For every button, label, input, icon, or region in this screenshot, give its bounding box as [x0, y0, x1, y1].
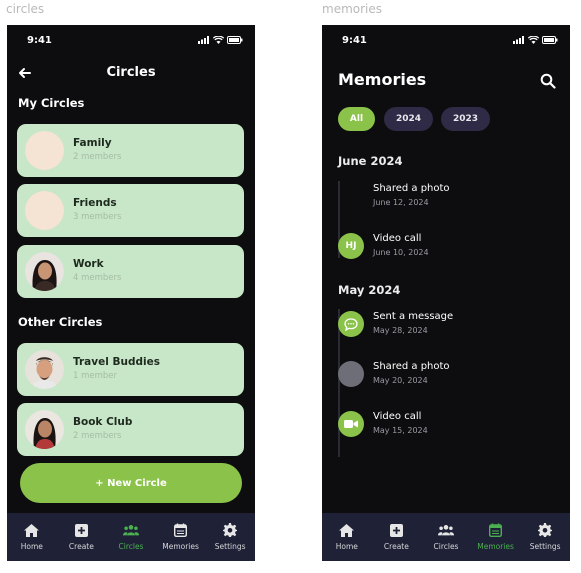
- circle-member-count: 2 members: [73, 152, 122, 162]
- memory-title: Shared a photo: [373, 183, 450, 194]
- my-circles-heading: My Circles: [18, 96, 85, 110]
- circle-name: Family: [73, 137, 112, 149]
- circle-member-count: 3 members: [73, 212, 122, 222]
- page-title: Circles: [106, 65, 156, 80]
- tab-circles[interactable]: Circles: [106, 513, 156, 561]
- tab-label: Home: [20, 542, 43, 551]
- tab-settings[interactable]: Settings: [205, 513, 255, 561]
- status-time: 9:41: [342, 35, 367, 46]
- circle-member-count: 4 members: [73, 273, 122, 283]
- calendar-icon: [174, 523, 188, 537]
- tab-home[interactable]: Home: [7, 513, 57, 561]
- page-title: Memories: [338, 70, 427, 89]
- tab-memories[interactable]: Memories: [156, 513, 206, 561]
- search-icon[interactable]: [540, 73, 556, 89]
- frame-label-memories: memories: [322, 2, 383, 16]
- memory-item[interactable]: Shared a photo May 20, 2024: [338, 359, 558, 389]
- memory-date: June 10, 2024: [373, 248, 429, 257]
- photo-woman-avatar: [25, 252, 64, 291]
- memory-item[interactable]: Sent a message May 28, 2024: [338, 309, 558, 339]
- status-time: 9:41: [27, 35, 52, 46]
- tab-create[interactable]: Create: [372, 513, 422, 561]
- circle-name: Friends: [73, 197, 117, 209]
- filter-chip-2024[interactable]: 2024: [384, 107, 433, 131]
- circle-member-count: 2 members: [73, 431, 122, 441]
- signal-icon: [513, 36, 524, 44]
- tab-circles[interactable]: Circles: [421, 513, 471, 561]
- tab-settings[interactable]: Settings: [520, 513, 570, 561]
- filter-chip-all[interactable]: All: [338, 107, 375, 131]
- memory-item[interactable]: Video call May 15, 2024: [338, 409, 558, 439]
- memory-title: Sent a message: [373, 311, 454, 322]
- circle-member-count: 1 member: [73, 371, 118, 381]
- new-circle-button[interactable]: + New Circle: [20, 463, 242, 503]
- memory-date: May 15, 2024: [373, 426, 428, 435]
- bottom-tab-bar: Home Create Circles Memories Settings: [322, 513, 570, 561]
- status-bar: 9:41: [322, 35, 570, 49]
- empty-avatar: [25, 131, 64, 170]
- initials-avatar: HJ: [338, 233, 364, 259]
- memory-item[interactable]: HJ Video call June 10, 2024: [338, 231, 558, 261]
- tab-label: Circles: [433, 542, 459, 551]
- other-circles-heading: Other Circles: [18, 315, 103, 329]
- circle-card-friends[interactable]: Friends 3 members: [17, 184, 244, 237]
- circles-screen: 9:41 Circles My Circles Family 2 members…: [7, 25, 255, 561]
- tab-label: Memories: [477, 542, 514, 551]
- plus-square-icon: [74, 523, 88, 537]
- tab-label: Memories: [162, 542, 199, 551]
- video-camera-icon: [338, 411, 364, 437]
- tab-home[interactable]: Home: [322, 513, 372, 561]
- circle-card-book-club[interactable]: Book Club 2 members: [17, 403, 244, 456]
- calendar-icon: [489, 523, 503, 537]
- photo-woman-avatar: [25, 410, 64, 449]
- memory-title: Shared a photo: [373, 361, 450, 372]
- memory-date: June 12, 2024: [373, 198, 429, 207]
- wifi-icon: [528, 36, 539, 44]
- tab-label: Settings: [529, 542, 561, 551]
- memory-item[interactable]: Shared a photo June 12, 2024: [338, 181, 558, 211]
- memories-screen: 9:41 Memories All 2024 2023 June 2024 Sh…: [322, 25, 570, 561]
- circle-card-travel-buddies[interactable]: Travel Buddies 1 member: [17, 343, 244, 396]
- month-heading: May 2024: [338, 283, 401, 297]
- status-bar: 9:41: [7, 35, 255, 49]
- tab-label: Create: [383, 542, 409, 551]
- tab-label: Home: [335, 542, 358, 551]
- tab-label: Settings: [214, 542, 246, 551]
- empty-avatar: [25, 191, 64, 230]
- home-icon: [24, 523, 40, 537]
- gear-icon: [538, 523, 553, 537]
- people-icon: [437, 525, 454, 536]
- plus-square-icon: [389, 523, 403, 537]
- tab-label: Circles: [118, 542, 144, 551]
- frame-label-circles: circles: [6, 2, 45, 16]
- wifi-icon: [213, 36, 224, 44]
- circle-card-family[interactable]: Family 2 members: [17, 124, 244, 177]
- gear-icon: [223, 523, 238, 537]
- memory-date: May 28, 2024: [373, 326, 428, 335]
- tab-label: Create: [68, 542, 94, 551]
- battery-icon: [542, 36, 558, 44]
- circle-name: Book Club: [73, 416, 133, 428]
- memory-date: May 20, 2024: [373, 376, 428, 385]
- bottom-tab-bar: Home Create Circles Memories Settings: [7, 513, 255, 561]
- signal-icon: [198, 36, 209, 44]
- battery-icon: [227, 36, 243, 44]
- circle-card-work[interactable]: Work 4 members: [17, 245, 244, 298]
- circle-name: Work: [73, 258, 104, 270]
- filter-chip-2023[interactable]: 2023: [441, 107, 490, 131]
- tab-create[interactable]: Create: [57, 513, 107, 561]
- memory-title: Video call: [373, 411, 422, 422]
- chat-bubble-icon: [338, 311, 364, 337]
- memory-title: Video call: [373, 233, 422, 244]
- photo-man-avatar: [25, 350, 64, 389]
- tab-memories[interactable]: Memories: [471, 513, 521, 561]
- photo-placeholder-avatar: [338, 361, 364, 387]
- people-icon: [122, 525, 139, 536]
- circle-name: Travel Buddies: [73, 356, 160, 368]
- home-icon: [339, 523, 355, 537]
- month-heading: June 2024: [338, 154, 403, 168]
